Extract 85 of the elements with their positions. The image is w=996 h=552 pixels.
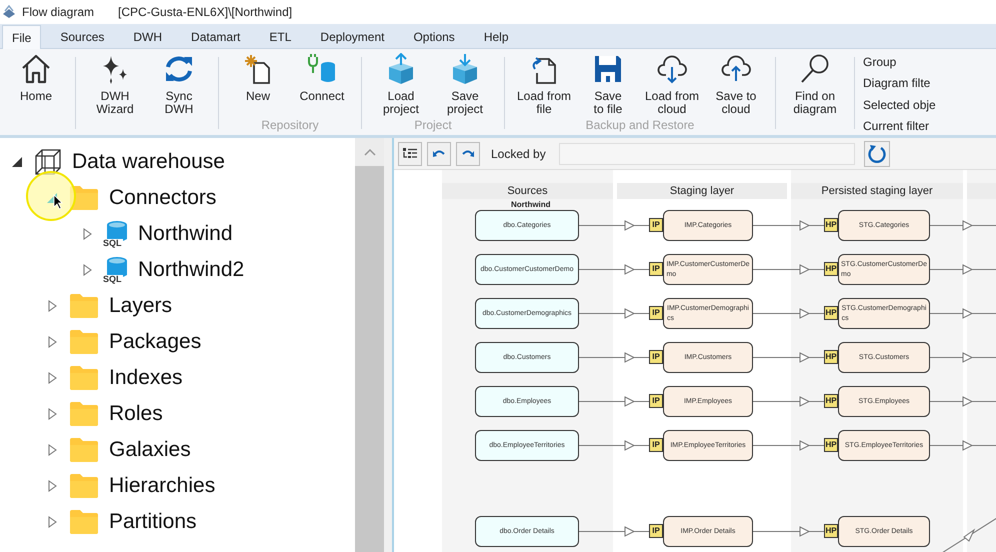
column-header: Sources: [442, 183, 613, 199]
ribbon-tab[interactable]: DWH: [123, 25, 172, 48]
folder-icon: [69, 329, 99, 355]
cube-icon: [34, 148, 62, 176]
node-badge: IP: [649, 438, 663, 452]
ribbon-menu-item[interactable]: Selected obje: [863, 96, 936, 114]
tree-item[interactable]: Layers: [109, 294, 172, 318]
scrollbar-thumb[interactable]: [355, 166, 384, 552]
ribbon-tab[interactable]: Sources: [50, 25, 114, 48]
tree-item[interactable]: Northwind: [138, 222, 233, 246]
window-path: [CPC-Gusta-ENL6X]\[Northwind]: [118, 5, 292, 19]
ribbon-button[interactable]: Save to cloud: [706, 53, 766, 116]
folder-icon: [69, 293, 99, 319]
redo-icon: [461, 148, 475, 160]
expander-icon[interactable]: [11, 156, 23, 168]
node-badge: HP: [824, 218, 838, 232]
tree-item[interactable]: Data warehouse: [72, 150, 225, 174]
tree-item[interactable]: Packages: [109, 330, 202, 354]
mouse-cursor-icon: [53, 194, 63, 210]
ribbon-button[interactable]: Home: [6, 53, 66, 103]
tree-item[interactable]: Connectors: [109, 186, 216, 210]
ribbon-tab[interactable]: Help: [474, 25, 518, 48]
tree-item[interactable]: Galaxies: [109, 438, 191, 462]
ribbon-tab[interactable]: Options: [403, 25, 465, 48]
list-view-button[interactable]: [398, 142, 422, 166]
plug-database-icon: [306, 53, 338, 85]
undo-button[interactable]: [427, 142, 451, 166]
ribbon-button[interactable]: Load from file: [514, 53, 574, 116]
ribbon-button[interactable]: Load from cloud: [642, 53, 702, 116]
tree-item[interactable]: Partitions: [109, 510, 197, 534]
ribbon-button[interactable]: Load project: [371, 53, 431, 116]
node-badge: IP: [649, 394, 663, 408]
ribbon-button[interactable]: New: [228, 53, 288, 103]
source-group-label: Northwind: [511, 200, 551, 209]
locked-by-field[interactable]: [558, 142, 855, 164]
node-badge: HP: [824, 438, 838, 452]
group-label: Repository: [261, 118, 319, 132]
node-badge: HP: [824, 306, 838, 320]
node-badge: IP: [649, 218, 663, 232]
tree-item[interactable]: Roles: [109, 402, 163, 426]
column-header: Staging layer: [617, 183, 787, 199]
node-badge: IP: [649, 262, 663, 276]
ribbon-button[interactable]: Save to file: [578, 53, 638, 116]
ribbon-tab[interactable]: ETL: [259, 25, 302, 48]
ribbon-button[interactable]: Save project: [435, 53, 495, 116]
ribbon-tab[interactable]: Datamart: [181, 25, 250, 48]
folder-icon: [69, 365, 99, 391]
node-badge: HP: [824, 350, 838, 364]
chevron-up-icon: [364, 148, 376, 156]
cloud-download-icon: [656, 53, 688, 85]
column-header: Persisted staging layer: [791, 183, 963, 199]
ribbon-menu-item[interactable]: Group: [863, 53, 936, 70]
tree-item[interactable]: Indexes: [109, 366, 183, 390]
group-label: Project: [414, 118, 452, 132]
refresh-icon: [866, 144, 887, 164]
refresh-button[interactable]: [864, 140, 890, 166]
tree-item[interactable]: Hierarchies: [109, 474, 216, 498]
folder-icon: [69, 509, 99, 535]
group-label: Backup and Restore: [586, 118, 694, 132]
ribbon-button[interactable]: Sync DWH: [149, 53, 209, 116]
node-badge: HP: [824, 524, 838, 538]
ribbon-button[interactable]: DWH Wizard: [85, 53, 145, 116]
ribbon-tab[interactable]: File: [2, 25, 42, 49]
ribbon-menu-item[interactable]: Diagram filte: [863, 74, 936, 92]
node-badge: IP: [649, 524, 663, 538]
locked-by-label: Locked by: [491, 146, 546, 160]
node-badge: HP: [824, 394, 838, 408]
folder-icon: [69, 473, 99, 499]
undo-icon: [432, 148, 446, 160]
window-title: Flow diagram: [22, 5, 94, 19]
folder-icon: [69, 437, 99, 463]
ribbon-tab[interactable]: Deployment: [310, 25, 394, 48]
ribbon-button[interactable]: Connect: [292, 53, 352, 103]
redo-button[interactable]: [456, 142, 480, 166]
click-highlight: [26, 171, 76, 221]
search-icon: [799, 53, 831, 85]
node-badge: IP: [649, 350, 663, 364]
ribbon-menu-item[interactable]: Current filter: [863, 118, 936, 135]
home-icon: [20, 53, 52, 85]
app-icon: [2, 5, 16, 19]
ribbon-button[interactable]: Find on diagram: [785, 53, 845, 116]
tree-item[interactable]: Northwind2: [138, 258, 244, 282]
folder-icon: [69, 401, 99, 427]
node-badge: IP: [649, 306, 663, 320]
node-badge: HP: [824, 262, 838, 276]
